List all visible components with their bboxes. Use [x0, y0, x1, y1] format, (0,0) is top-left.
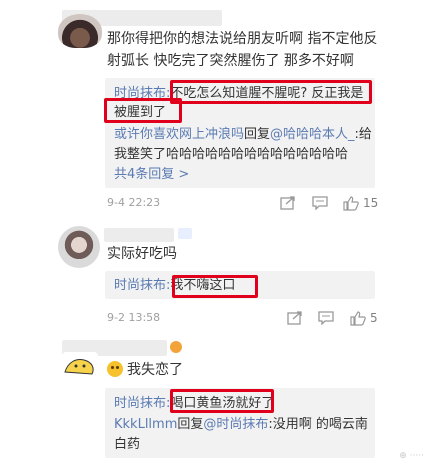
like-count: 15: [363, 196, 379, 210]
crying-emoji-icon: [107, 361, 123, 377]
reply-text: :没用啊 的喝云南: [268, 417, 368, 432]
reply-box[interactable]: 时尚抹布:我不嗨这口: [105, 271, 375, 299]
comment-3: 我失恋了 时尚抹布:喝口黄鱼汤就好了 KkkLllmm回复@时尚抹布:没用啊 的…: [0, 336, 434, 465]
reply-text-cont: 白药: [114, 437, 141, 452]
avatar[interactable]: [62, 352, 98, 378]
like-button[interactable]: 5: [350, 308, 378, 328]
comment-text: 实际好吃吗: [107, 246, 177, 262]
reply-label: 回复: [177, 417, 204, 432]
comment-text: 那你得把你的想法说给朋友听啊 指不定他反 射弧长 快吃完了突然腥伤了 那多不好啊: [107, 31, 378, 69]
reply-text-cont: 我整笑了哈哈哈哈哈哈哈哈哈哈哈哈哈哈: [114, 147, 349, 162]
like-button[interactable]: 15: [343, 193, 378, 213]
comment-text: 我失恋了: [107, 359, 183, 381]
avatar[interactable]: [58, 14, 102, 48]
reply-box[interactable]: 时尚抹布:不吃怎么知道腥不腥呢? 反正我是 被腥到了 或许你喜欢网上冲浪吗回复@…: [105, 78, 375, 188]
comment-meta: 9-4 22:23 15: [107, 193, 382, 213]
reply-label: 回复: [244, 127, 271, 142]
watermark: ⊕ ·····: [399, 451, 424, 461]
share-icon[interactable]: [280, 193, 296, 213]
reply-username[interactable]: 时尚抹布:: [114, 86, 170, 101]
comment-meta: 9-2 13:58 5: [107, 308, 382, 328]
reply-text: 不吃怎么知道腥不腥呢? 反正我是: [170, 86, 364, 101]
timestamp: 9-2 13:58: [107, 311, 161, 324]
mention-link[interactable]: @时尚抹布: [203, 417, 268, 432]
reply-username[interactable]: 时尚抹布:: [114, 278, 170, 293]
reply-text: 喝口黄鱼汤就好了: [170, 396, 275, 411]
mention-link[interactable]: @哈哈哈本人_: [270, 127, 355, 142]
like-count: 5: [370, 311, 378, 325]
like-icon: [343, 195, 359, 211]
comment-icon[interactable]: [318, 308, 334, 328]
user-tag: [178, 228, 193, 239]
avatar[interactable]: [58, 226, 100, 268]
like-icon: [350, 310, 366, 326]
reply-text: :给: [354, 127, 372, 142]
timestamp: 9-4 22:23: [107, 196, 161, 209]
share-icon[interactable]: [287, 308, 303, 328]
reply-box[interactable]: 时尚抹布:喝口黄鱼汤就好了 KkkLllmm回复@时尚抹布:没用啊 的喝云南 白…: [105, 388, 375, 458]
reply-username[interactable]: KkkLllmm: [114, 417, 177, 432]
comment-icon[interactable]: [312, 193, 328, 213]
badge-icon: [170, 341, 182, 353]
reply-text-cont: 被腥到了: [114, 105, 167, 120]
more-replies-link[interactable]: 共4条回复 >: [114, 164, 189, 185]
reply-text: 我不嗨这口: [170, 278, 236, 293]
username-blurred[interactable]: [104, 228, 174, 242]
comment-1: 那你得把你的想法说给朋友听啊 指不定他反 射弧长 快吃完了突然腥伤了 那多不好啊…: [0, 0, 434, 215]
comment-2: 实际好吃吗 时尚抹布:我不嗨这口 9-2 13:58 5: [0, 222, 434, 332]
reply-username[interactable]: 时尚抹布:: [114, 396, 170, 411]
reply-username[interactable]: 或许你喜欢网上冲浪吗: [114, 127, 244, 142]
